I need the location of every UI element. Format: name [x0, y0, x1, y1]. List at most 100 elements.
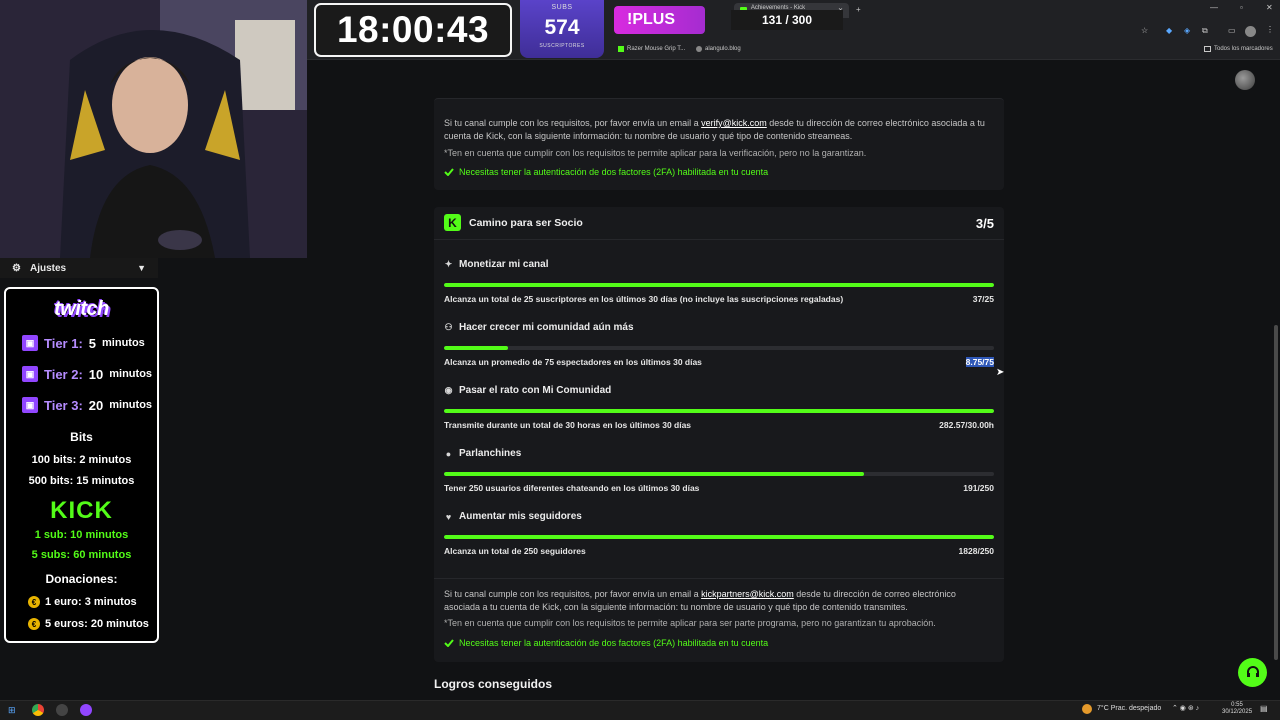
extensions-puzzle-icon[interactable]: ⧉	[1202, 26, 1208, 36]
tier-name: Tier 2:	[44, 366, 83, 382]
clock[interactable]: 0:55 30/12/2025	[1222, 702, 1252, 716]
requirement-title-text: Aumentar mis seguidores	[459, 511, 582, 522]
verification-2fa-requirement: Necesitas tener la autenticación de dos …	[444, 167, 768, 177]
requirement-description: Transmite durante un total de 30 horas e…	[444, 420, 692, 430]
extension-icon[interactable]: ◆	[1166, 26, 1172, 35]
donation-text: 5 euros: 20 minutos	[45, 618, 149, 630]
verify-email-link[interactable]: verify@kick.com	[701, 118, 767, 128]
kick-logo-icon: K	[444, 214, 461, 231]
windows-start-icon[interactable]: ⊞	[8, 705, 16, 716]
goal-counter: 131 / 300	[731, 10, 843, 30]
subs-label: SUBS	[551, 4, 573, 11]
extension-icon[interactable]: ◈	[1184, 26, 1190, 35]
partner-email-link[interactable]: kickpartners@kick.com	[701, 589, 794, 599]
razer-icon	[618, 46, 624, 52]
kick-sub-line: 5 subs: 60 minutos	[31, 549, 132, 561]
partner-note: *Ten en cuenta que cumplir con los requi…	[444, 618, 936, 628]
app-icon[interactable]	[80, 704, 92, 716]
requirement-title-text: Parlanchines	[459, 448, 522, 459]
user-avatar[interactable]	[1235, 70, 1255, 90]
selected-value-text: 8.75/75	[965, 357, 994, 367]
chevron-down-icon: ▼	[137, 263, 146, 273]
all-bookmarks[interactable]: Todos los marcadores	[1204, 46, 1273, 52]
minimize-icon[interactable]: —	[1210, 3, 1218, 12]
profile-avatar[interactable]	[1245, 26, 1256, 37]
tier-value: 20	[88, 397, 104, 413]
tier-line: ▣ Tier 2: 10 minutos	[22, 366, 152, 382]
clock-time: 0:55	[1231, 702, 1243, 708]
heart-icon: ♥	[445, 511, 452, 522]
plus-command-badge: !PLUS	[614, 6, 705, 34]
bookmark-item[interactable]: Razer Mouse Grip T...	[618, 46, 685, 52]
mouse-cursor-icon: ➤	[996, 367, 1005, 378]
requirement-value: 37/25	[972, 294, 994, 304]
donation-line: € 5 euros: 20 minutos	[28, 618, 149, 630]
progress-fill	[444, 472, 865, 476]
partner-instructions: Si tu canal cumple con los requisitos, p…	[444, 588, 994, 613]
new-tab-icon[interactable]: +	[856, 5, 861, 14]
verification-instructions: Si tu canal cumple con los requisitos, p…	[444, 117, 994, 142]
divider	[434, 578, 1004, 579]
sidebar-icon[interactable]: ▭	[1228, 26, 1236, 35]
menu-dots-icon[interactable]: ⋮	[1266, 25, 1274, 34]
subs-value: 574	[544, 16, 580, 39]
requirement-title: ⚇ Hacer crecer mi comunidad aún más	[444, 322, 633, 333]
partner-progress-count: 3/5	[975, 216, 994, 231]
tray-icons[interactable]: ⌃ ◉ ⊛ ♪	[1172, 704, 1199, 712]
scrollbar[interactable]	[1274, 325, 1278, 660]
support-chat-button[interactable]	[1238, 658, 1267, 687]
requirement-title: ● Parlanchines	[444, 448, 521, 459]
chrome-icon[interactable]	[32, 704, 44, 716]
kick-logo: KICK	[50, 497, 113, 524]
broadcast-icon: ◉	[444, 385, 453, 395]
verification-note: *Ten en cuenta que cumplir con los requi…	[444, 148, 867, 158]
euro-icon: €	[28, 596, 40, 608]
chat-bubble-icon: ●	[445, 448, 452, 459]
tier-line: ▣ Tier 3: 20 minutos	[22, 397, 152, 413]
bookmark-item[interactable]: alangulo.blog	[696, 46, 741, 52]
gear-icon: ⚙	[12, 262, 21, 274]
text: Si tu canal cumple con los requisitos, p…	[444, 118, 702, 128]
tier-name: Tier 1:	[44, 335, 83, 351]
partner-card-title: Camino para ser Socio	[469, 217, 583, 229]
growth-icon: ⚇	[444, 322, 453, 332]
close-window-icon[interactable]: ✕	[1266, 3, 1273, 12]
tier-line: ▣ Tier 1: 5 minutos	[22, 335, 145, 351]
tier-value: 5	[88, 335, 97, 351]
sparkle-icon: ✦	[444, 259, 453, 269]
tier-unit: minutos	[109, 368, 153, 380]
folder-icon	[1204, 46, 1211, 52]
app-icon[interactable]	[56, 704, 68, 716]
subs-counter: SUBS 574 SUSCRIPTORES	[520, 0, 604, 58]
donation-line: € 1 euro: 3 minutos	[28, 596, 137, 608]
progress-fill	[444, 409, 994, 413]
progress-bar	[444, 283, 994, 287]
requirement-value: 282.57/30.00h	[939, 420, 994, 430]
progress-bar	[444, 346, 994, 350]
achievements-heading: Logros conseguidos	[434, 677, 553, 691]
check-icon	[444, 639, 454, 647]
notifications-icon[interactable]: ▤	[1260, 704, 1268, 713]
requirement-description: Alcanza un total de 250 seguidores	[444, 546, 586, 556]
headset-icon	[1246, 665, 1259, 677]
tier-value: 10	[88, 366, 104, 382]
tier-unit: minutos	[102, 337, 145, 349]
maximize-icon[interactable]: ▫	[1240, 3, 1243, 12]
requirement-description: Tener 250 usuarios diferentes chateando …	[444, 483, 700, 493]
weather-widget[interactable]: 7°C Prac. despejado	[1097, 705, 1161, 712]
bits-line: 500 bits: 15 minutos	[28, 475, 135, 487]
background-area	[158, 258, 307, 700]
twitch-glitch-icon: ▣	[22, 335, 38, 351]
bookmark-label: alangulo.blog	[705, 46, 741, 52]
progress-fill	[444, 283, 994, 287]
bookmark-star-icon[interactable]: ☆	[1141, 26, 1148, 35]
bits-title: Bits	[70, 430, 93, 444]
twitch-glitch-icon: ▣	[22, 366, 38, 382]
requirement-value[interactable]: 8.75/75	[880, 357, 994, 367]
ajustes-dropdown[interactable]: ⚙ Ajustes ▼	[0, 258, 158, 278]
requirement-title: ◉ Pasar el rato con Mi Comunidad	[444, 385, 612, 396]
twitch-glitch-icon: ▣	[22, 397, 38, 413]
streamer-webcam-image	[0, 0, 307, 258]
progress-fill	[444, 346, 509, 350]
weather-icon	[1082, 704, 1092, 714]
